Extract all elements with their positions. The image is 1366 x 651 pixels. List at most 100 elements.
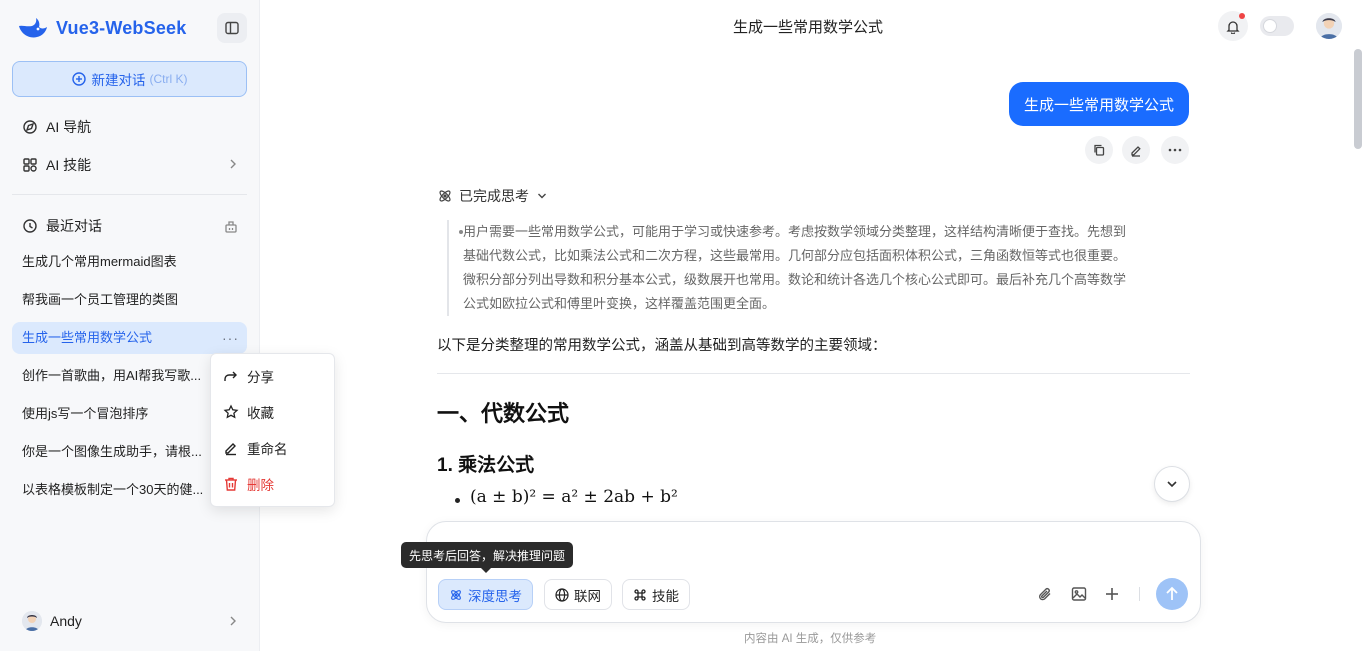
chevron-right-icon <box>229 615 237 627</box>
horizontal-rule <box>437 373 1190 374</box>
menu-item-rename[interactable]: 重命名 <box>223 436 288 460</box>
plus-circle-icon <box>71 72 86 86</box>
deep-think-toggle[interactable]: 深度思考 <box>438 579 533 610</box>
new-chat-button[interactable]: 新建对话 (Ctrl K) <box>12 61 247 97</box>
toolbar-divider <box>1139 587 1140 601</box>
bullet-dot <box>455 498 460 503</box>
edit-message-button[interactable] <box>1122 136 1150 164</box>
command-icon <box>633 588 652 602</box>
nav-item-ai-skills[interactable]: AI 技能 <box>12 148 247 182</box>
notification-dot <box>1239 13 1245 19</box>
scrollbar-thumb[interactable] <box>1354 49 1362 149</box>
send-button[interactable] <box>1156 578 1188 610</box>
conversation-title: 创作一首歌曲，用AI帮我写歌... <box>22 368 202 383</box>
math-formula: (a ± b)² = a² ± 2ab + b² <box>470 487 678 507</box>
arrow-up-icon <box>1165 586 1179 602</box>
clear-history-icon[interactable] <box>223 218 239 234</box>
chevron-right-icon <box>229 158 237 170</box>
app-logo[interactable]: Vue3-WebSeek <box>16 12 186 44</box>
thinking-text: 微积分部分列出导数和积分基本公式，级数展开也常用。数论和统计各选几个核心公式即可… <box>463 272 1127 287</box>
thinking-toggle[interactable]: 已完成思考 <box>437 186 553 206</box>
thinking-text: 用户需要一些常用数学公式，可能用于学习或快速参考。考虑按数学领域分类整理，这样结… <box>463 224 1127 239</box>
avatar <box>22 611 42 631</box>
bell-icon <box>1226 19 1240 34</box>
clock-icon <box>22 218 38 234</box>
conversation-title: 以表格模板制定一个30天的健... <box>22 482 204 497</box>
subsection-heading: 1. 乘法公式 <box>437 455 535 476</box>
menu-item-label: 重命名 <box>247 442 288 457</box>
recent-header-label: 最近对话 <box>46 218 102 234</box>
page-title: 生成一些常用数学公式 <box>733 19 884 36</box>
chevron-down-icon <box>537 192 553 200</box>
conversation-title: 你是一个图像生成助手，请根... <box>22 444 202 459</box>
conversation-context-menu: 分享 收藏 重命名 删除 <box>210 353 335 507</box>
whale-logo-icon <box>16 14 50 42</box>
thinking-content: 用户需要一些常用数学公式，可能用于学习或快速参考。考虑按数学领域分类整理，这样结… <box>447 220 1187 316</box>
chip-label: 技能 <box>652 588 679 604</box>
thinking-text: 基础代数公式，比如乘法公式和二次方程，这些最常用。几何部分应包括面积体积公式，三… <box>463 248 1127 263</box>
edit-icon <box>1129 143 1143 157</box>
image-icon[interactable] <box>1070 585 1088 603</box>
more-horizontal-icon <box>1168 148 1182 152</box>
new-chat-label: 新建对话 <box>91 73 146 88</box>
scroll-to-bottom-button[interactable] <box>1154 466 1190 502</box>
user-name: Andy <box>50 613 82 629</box>
tooltip-text: 先思考后回答，解决推理问题 <box>408 548 565 563</box>
conversation-title: 生成一些常用数学公式 <box>22 330 153 345</box>
nav-item-ai-navigation[interactable]: AI 导航 <box>12 110 247 144</box>
sidebar: Vue3-WebSeek 新建对话 (Ctrl K) AI 导航 AI 技能 最… <box>0 0 260 651</box>
skills-toggle[interactable]: 技能 <box>622 579 690 610</box>
recent-conversations-header: 最近对话 <box>12 209 247 243</box>
globe-icon <box>555 587 574 602</box>
paperclip-icon[interactable] <box>1037 585 1055 603</box>
menu-item-label: 删除 <box>247 478 274 493</box>
atom-icon <box>437 188 459 204</box>
menu-item-label: 收藏 <box>247 406 274 421</box>
trash-icon <box>223 476 247 492</box>
new-chat-shortcut: (Ctrl K) <box>149 72 188 86</box>
more-options-button[interactable] <box>1161 136 1189 164</box>
conversation-item[interactable]: 帮我画一个员工管理的类图 <box>12 284 247 316</box>
app-name: Vue3-WebSeek <box>56 17 187 38</box>
atom-icon <box>449 588 468 602</box>
thinking-line: 基础代数公式，比如乘法公式和二次方程，这些最常用。几何部分应包括面积体积公式，三… <box>461 244 1187 268</box>
more-options-button[interactable]: ··· <box>222 322 239 354</box>
sidebar-panel-icon <box>224 20 240 36</box>
notifications-button[interactable] <box>1218 11 1248 41</box>
menu-item-share[interactable]: 分享 <box>223 364 274 388</box>
thinking-line: 微积分部分列出导数和积分基本公式，级数展开也常用。数论和统计各选几个核心公式即可… <box>461 268 1187 292</box>
tooltip-arrow <box>481 568 491 573</box>
copy-button[interactable] <box>1085 136 1113 164</box>
star-icon <box>223 404 247 420</box>
web-search-toggle[interactable]: 联网 <box>544 579 612 610</box>
sidebar-toggle-button[interactable] <box>217 13 247 43</box>
toggle-knob <box>1263 19 1277 33</box>
nav-label: AI 导航 <box>46 119 92 135</box>
chevron-down-icon <box>1166 480 1178 488</box>
sidebar-divider <box>12 194 247 195</box>
nav-label: AI 技能 <box>46 157 92 173</box>
theme-toggle[interactable] <box>1260 16 1294 36</box>
thinking-label: 已完成思考 <box>459 188 529 204</box>
section-heading: 一、代数公式 <box>437 401 570 426</box>
edit-icon <box>223 440 247 456</box>
thinking-line: 公式如欧拉公式和傅里叶变换，这样覆盖范围更全面。 <box>461 292 1187 316</box>
conversation-title: 生成几个常用mermaid图表 <box>22 254 177 269</box>
menu-item-label: 分享 <box>247 370 274 385</box>
menu-item-delete[interactable]: 删除 <box>223 472 274 496</box>
bullet-dot <box>459 230 463 234</box>
plus-icon[interactable] <box>1103 585 1121 603</box>
avatar[interactable] <box>1316 13 1342 39</box>
message-composer[interactable] <box>426 521 1201 623</box>
conversation-item-active[interactable]: 生成一些常用数学公式 ··· <box>12 322 247 354</box>
copy-icon <box>1092 143 1106 157</box>
tooltip: 先思考后回答，解决推理问题 <box>401 542 573 573</box>
conversation-title: 使用js写一个冒泡排序 <box>22 406 149 421</box>
user-profile-button[interactable]: Andy <box>12 605 247 637</box>
conversation-title: 帮我画一个员工管理的类图 <box>22 292 179 307</box>
conversation-item[interactable]: 生成几个常用mermaid图表 <box>12 246 247 278</box>
chip-label: 深度思考 <box>468 588 522 604</box>
user-message-bubble: 生成一些常用数学公式 <box>1009 82 1189 126</box>
menu-item-favorite[interactable]: 收藏 <box>223 400 274 424</box>
share-icon <box>223 368 247 384</box>
